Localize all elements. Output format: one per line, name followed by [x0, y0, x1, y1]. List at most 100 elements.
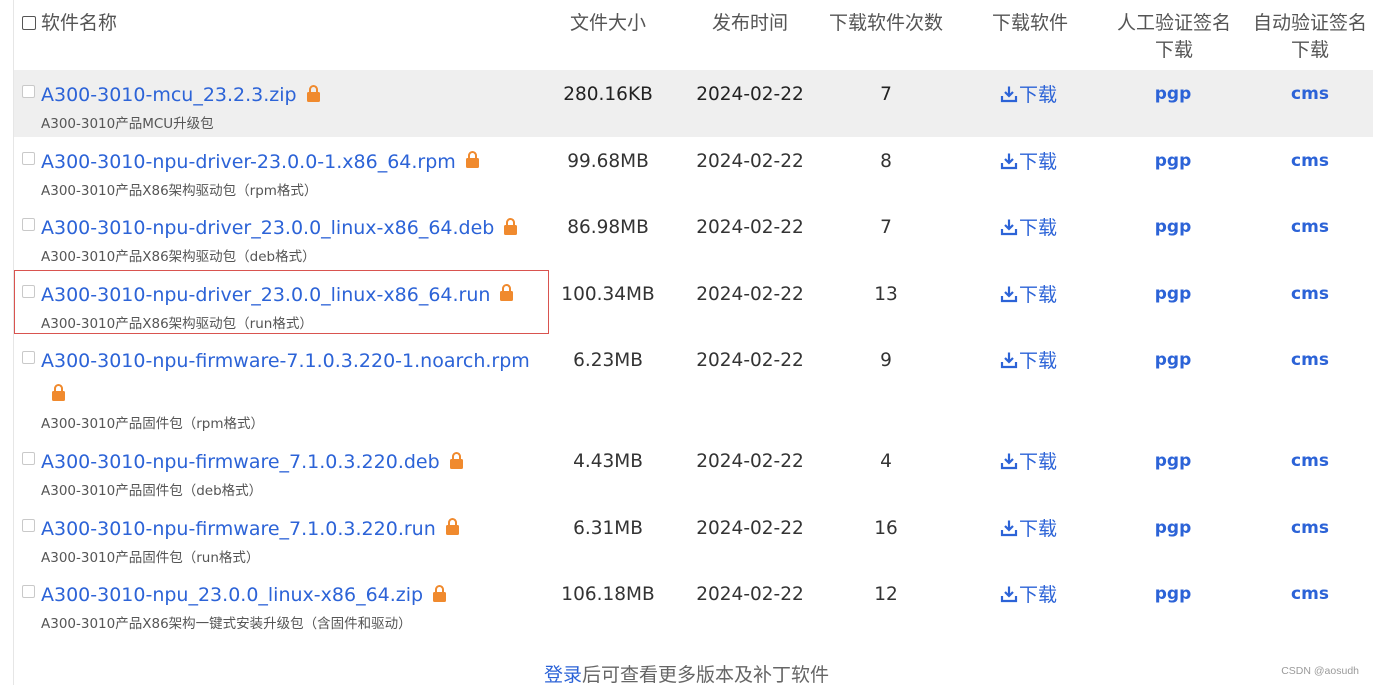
- download-count: 13: [874, 283, 898, 305]
- download-link[interactable]: 下载: [1000, 82, 1057, 108]
- download-label[interactable]: 下载: [1019, 217, 1057, 239]
- cms-link[interactable]: cms: [1270, 284, 1350, 304]
- lock-icon: [52, 384, 65, 401]
- download-label[interactable]: 下载: [1019, 350, 1057, 372]
- file-name-link[interactable]: A300-3010-npu-driver_23.0.0_linux-x86_64…: [41, 215, 518, 241]
- file-size: 280.16KB: [563, 84, 653, 105]
- cms-link[interactable]: cms: [1270, 518, 1350, 538]
- download-link[interactable]: 下载: [1000, 215, 1057, 241]
- download-link[interactable]: 下载: [1000, 449, 1057, 475]
- pgp-link[interactable]: pgp: [1133, 151, 1213, 171]
- download-link[interactable]: 下载: [1000, 149, 1057, 175]
- lock-icon: [433, 584, 447, 602]
- row-checkbox[interactable]: [22, 85, 35, 98]
- download-count: 12: [874, 584, 898, 605]
- file-name-link[interactable]: A300-3010-npu-driver_23.0.0_linux-x86_64…: [41, 282, 514, 308]
- file-name-link[interactable]: A300-3010-npu-firmware_7.1.0.3.220.deb: [41, 449, 463, 475]
- row-checkbox[interactable]: [22, 518, 35, 532]
- pgp-link[interactable]: pgp: [1133, 217, 1213, 237]
- cms-link[interactable]: cms: [1270, 451, 1350, 471]
- table-row: A300-3010-npu-firmware_7.1.0.3.220.run A…: [14, 504, 1373, 571]
- header-date: 发布时间: [711, 12, 788, 34]
- lock-icon: [500, 284, 514, 301]
- file-name-text[interactable]: A300-3010-npu_23.0.0_linux-x86_64.zip: [41, 584, 423, 606]
- row-checkbox[interactable]: [22, 585, 35, 598]
- file-name-text[interactable]: A300-3010-npu-firmware-7.1.0.3.220-1.noa…: [41, 350, 530, 372]
- file-description: A300-3010产品固件包（deb格式）: [41, 483, 263, 499]
- row-checkbox[interactable]: [22, 351, 35, 364]
- download-label[interactable]: 下载: [1019, 584, 1057, 606]
- file-name-text[interactable]: A300-3010-npu-firmware_7.1.0.3.220.run: [41, 518, 436, 540]
- file-size: 6.31MB: [573, 517, 643, 539]
- download-link[interactable]: 下载: [1000, 348, 1057, 374]
- row-checkbox[interactable]: [22, 284, 35, 298]
- download-label[interactable]: 下载: [1019, 451, 1057, 473]
- file-description: A300-3010产品固件包（run格式）: [41, 549, 260, 566]
- download-count: 16: [874, 517, 898, 539]
- pgp-link[interactable]: pgp: [1133, 350, 1213, 370]
- pgp-link[interactable]: pgp: [1133, 518, 1213, 538]
- file-name-link[interactable]: A300-3010-npu-firmware-7.1.0.3.220-1.noa…: [41, 348, 530, 374]
- cms-link[interactable]: cms: [1270, 584, 1350, 604]
- header-size: 文件大小: [569, 12, 646, 34]
- file-name-link[interactable]: A300-3010-npu-driver-23.0.0-1.x86_64.rpm: [41, 149, 479, 175]
- download-icon: [1000, 586, 1018, 603]
- file-name-text[interactable]: A300-3010-npu-firmware_7.1.0.3.220.deb: [41, 451, 440, 473]
- login-link[interactable]: 登录: [544, 664, 582, 685]
- file-description: A300-3010产品X86架构驱动包（rpm格式）: [41, 182, 318, 199]
- pgp-link[interactable]: pgp: [1133, 84, 1213, 104]
- pgp-link[interactable]: pgp: [1133, 584, 1213, 604]
- file-name-text[interactable]: A300-3010-mcu_23.2.3.zip: [41, 84, 297, 106]
- lock-icon: [449, 451, 463, 469]
- row-checkbox[interactable]: [22, 151, 35, 165]
- file-size: 4.43MB: [573, 451, 643, 472]
- download-label[interactable]: 下载: [1019, 518, 1057, 540]
- download-link[interactable]: 下载: [1000, 516, 1057, 542]
- file-description: A300-3010产品X86架构驱动包（run格式）: [41, 315, 313, 332]
- table-row: A300-3010-npu-driver-23.0.0-1.x86_64.rpm…: [14, 137, 1373, 204]
- release-date: 2024-02-22: [696, 283, 804, 305]
- download-link[interactable]: 下载: [1000, 282, 1057, 308]
- file-name-text[interactable]: A300-3010-npu-driver-23.0.0-1.x86_64.rpm: [41, 151, 456, 173]
- software-table: 软件名称 文件大小 发布时间 下载软件次数 下载软件 人工验证签名 下载 自动验…: [14, 0, 1373, 637]
- pgp-link[interactable]: pgp: [1133, 284, 1213, 304]
- header-count: 下载软件次数: [828, 12, 943, 34]
- select-all-checkbox[interactable]: [22, 16, 36, 30]
- lock-icon: [504, 217, 518, 235]
- header-auto-verify-line2: 下载: [1290, 39, 1329, 61]
- download-icon: [1000, 286, 1018, 302]
- cms-link[interactable]: cms: [1270, 84, 1350, 104]
- file-name-link[interactable]: A300-3010-npu-firmware_7.1.0.3.220.run: [41, 516, 459, 542]
- pgp-link[interactable]: pgp: [1133, 451, 1213, 471]
- login-prompt-text: 后可查看更多版本及补丁软件: [582, 664, 830, 685]
- file-size: 106.18MB: [561, 584, 655, 605]
- lock-icon: [445, 518, 459, 535]
- row-checkbox[interactable]: [22, 218, 35, 231]
- file-name-text[interactable]: A300-3010-npu-driver_23.0.0_linux-x86_64…: [41, 217, 494, 239]
- cms-link[interactable]: cms: [1270, 350, 1350, 370]
- download-count: 4: [880, 451, 892, 472]
- download-icon: [1000, 219, 1018, 236]
- download-link[interactable]: 下载: [1000, 582, 1057, 608]
- header-download: 下载软件: [991, 12, 1068, 34]
- download-icon: [1000, 520, 1018, 536]
- download-label[interactable]: 下载: [1019, 84, 1057, 106]
- lock-icon: [306, 84, 320, 102]
- release-date: 2024-02-22: [696, 451, 804, 472]
- download-icon: [1000, 86, 1018, 103]
- table-header: 软件名称 文件大小 发布时间 下载软件次数 下载软件 人工验证签名 下载 自动验…: [14, 0, 1373, 70]
- file-name-text[interactable]: A300-3010-npu-driver_23.0.0_linux-x86_64…: [41, 284, 490, 306]
- header-auto-verify-line1: 自动验证签名: [1252, 12, 1367, 34]
- lock-icon: [465, 151, 479, 168]
- release-date: 2024-02-22: [696, 517, 804, 539]
- file-name-link[interactable]: A300-3010-mcu_23.2.3.zip: [41, 82, 320, 108]
- cms-link[interactable]: cms: [1270, 151, 1350, 171]
- download-label[interactable]: 下载: [1019, 151, 1057, 173]
- release-date: 2024-02-22: [696, 84, 804, 105]
- file-name-link[interactable]: A300-3010-npu_23.0.0_linux-x86_64.zip: [41, 582, 447, 608]
- file-size: 86.98MB: [567, 217, 649, 238]
- row-checkbox[interactable]: [22, 452, 35, 465]
- table-row: A300-3010-npu-driver_23.0.0_linux-x86_64…: [14, 269, 1373, 337]
- cms-link[interactable]: cms: [1270, 217, 1350, 237]
- download-label[interactable]: 下载: [1019, 284, 1057, 306]
